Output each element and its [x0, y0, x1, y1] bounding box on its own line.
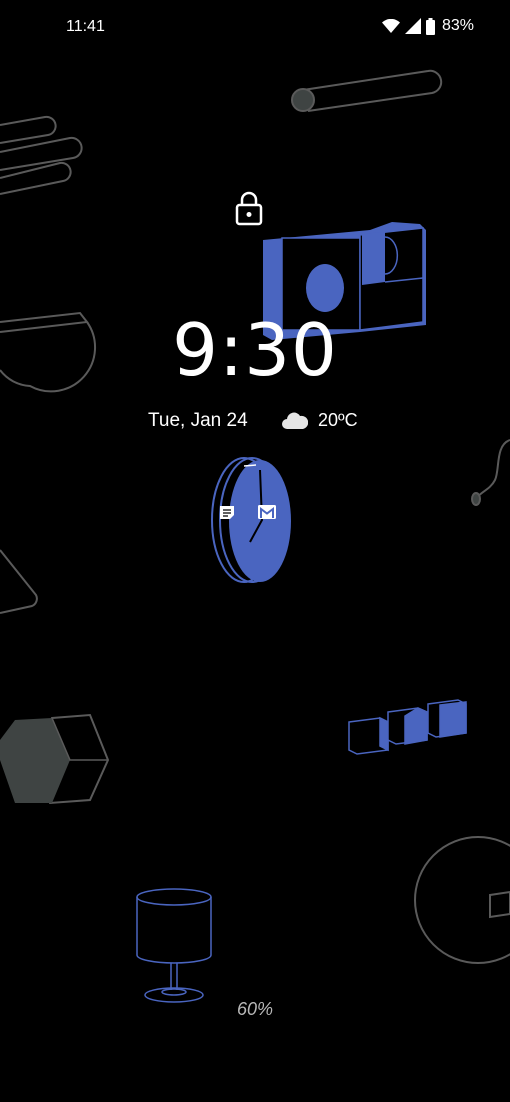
- weather-temperature[interactable]: 20ºC: [318, 410, 358, 431]
- status-time: 11:41: [66, 18, 105, 35]
- wallpaper: [0, 69, 510, 1003]
- gmail-icon[interactable]: [258, 504, 276, 520]
- wallpaper-goblet: [136, 888, 212, 1003]
- wallpaper-tube: [291, 69, 443, 112]
- status-icons: 83%: [381, 17, 474, 35]
- cellular-signal-icon: [404, 18, 421, 34]
- lock-screen-date[interactable]: Tue, Jan 24: [148, 410, 248, 432]
- battery-icon: [425, 17, 435, 35]
- battery-percentage: 83%: [441, 17, 474, 34]
- wallpaper-cubes: [348, 699, 467, 755]
- wallpaper-clock: [211, 457, 291, 583]
- wallpaper-squiggle: [471, 439, 510, 506]
- wifi-icon: [381, 19, 400, 33]
- wallpaper-stacked-tubes: [0, 115, 83, 195]
- lock-icon[interactable]: [233, 190, 265, 226]
- wallpaper-circle: [414, 836, 510, 964]
- charging-level: 60%: [236, 999, 274, 1019]
- wallpaper-hexagon: [0, 713, 110, 805]
- cloud-icon: [282, 412, 308, 429]
- notes-icon[interactable]: [218, 504, 236, 520]
- wallpaper-triangle: [0, 549, 38, 614]
- lock-screen-clock: 9:30: [172, 308, 338, 392]
